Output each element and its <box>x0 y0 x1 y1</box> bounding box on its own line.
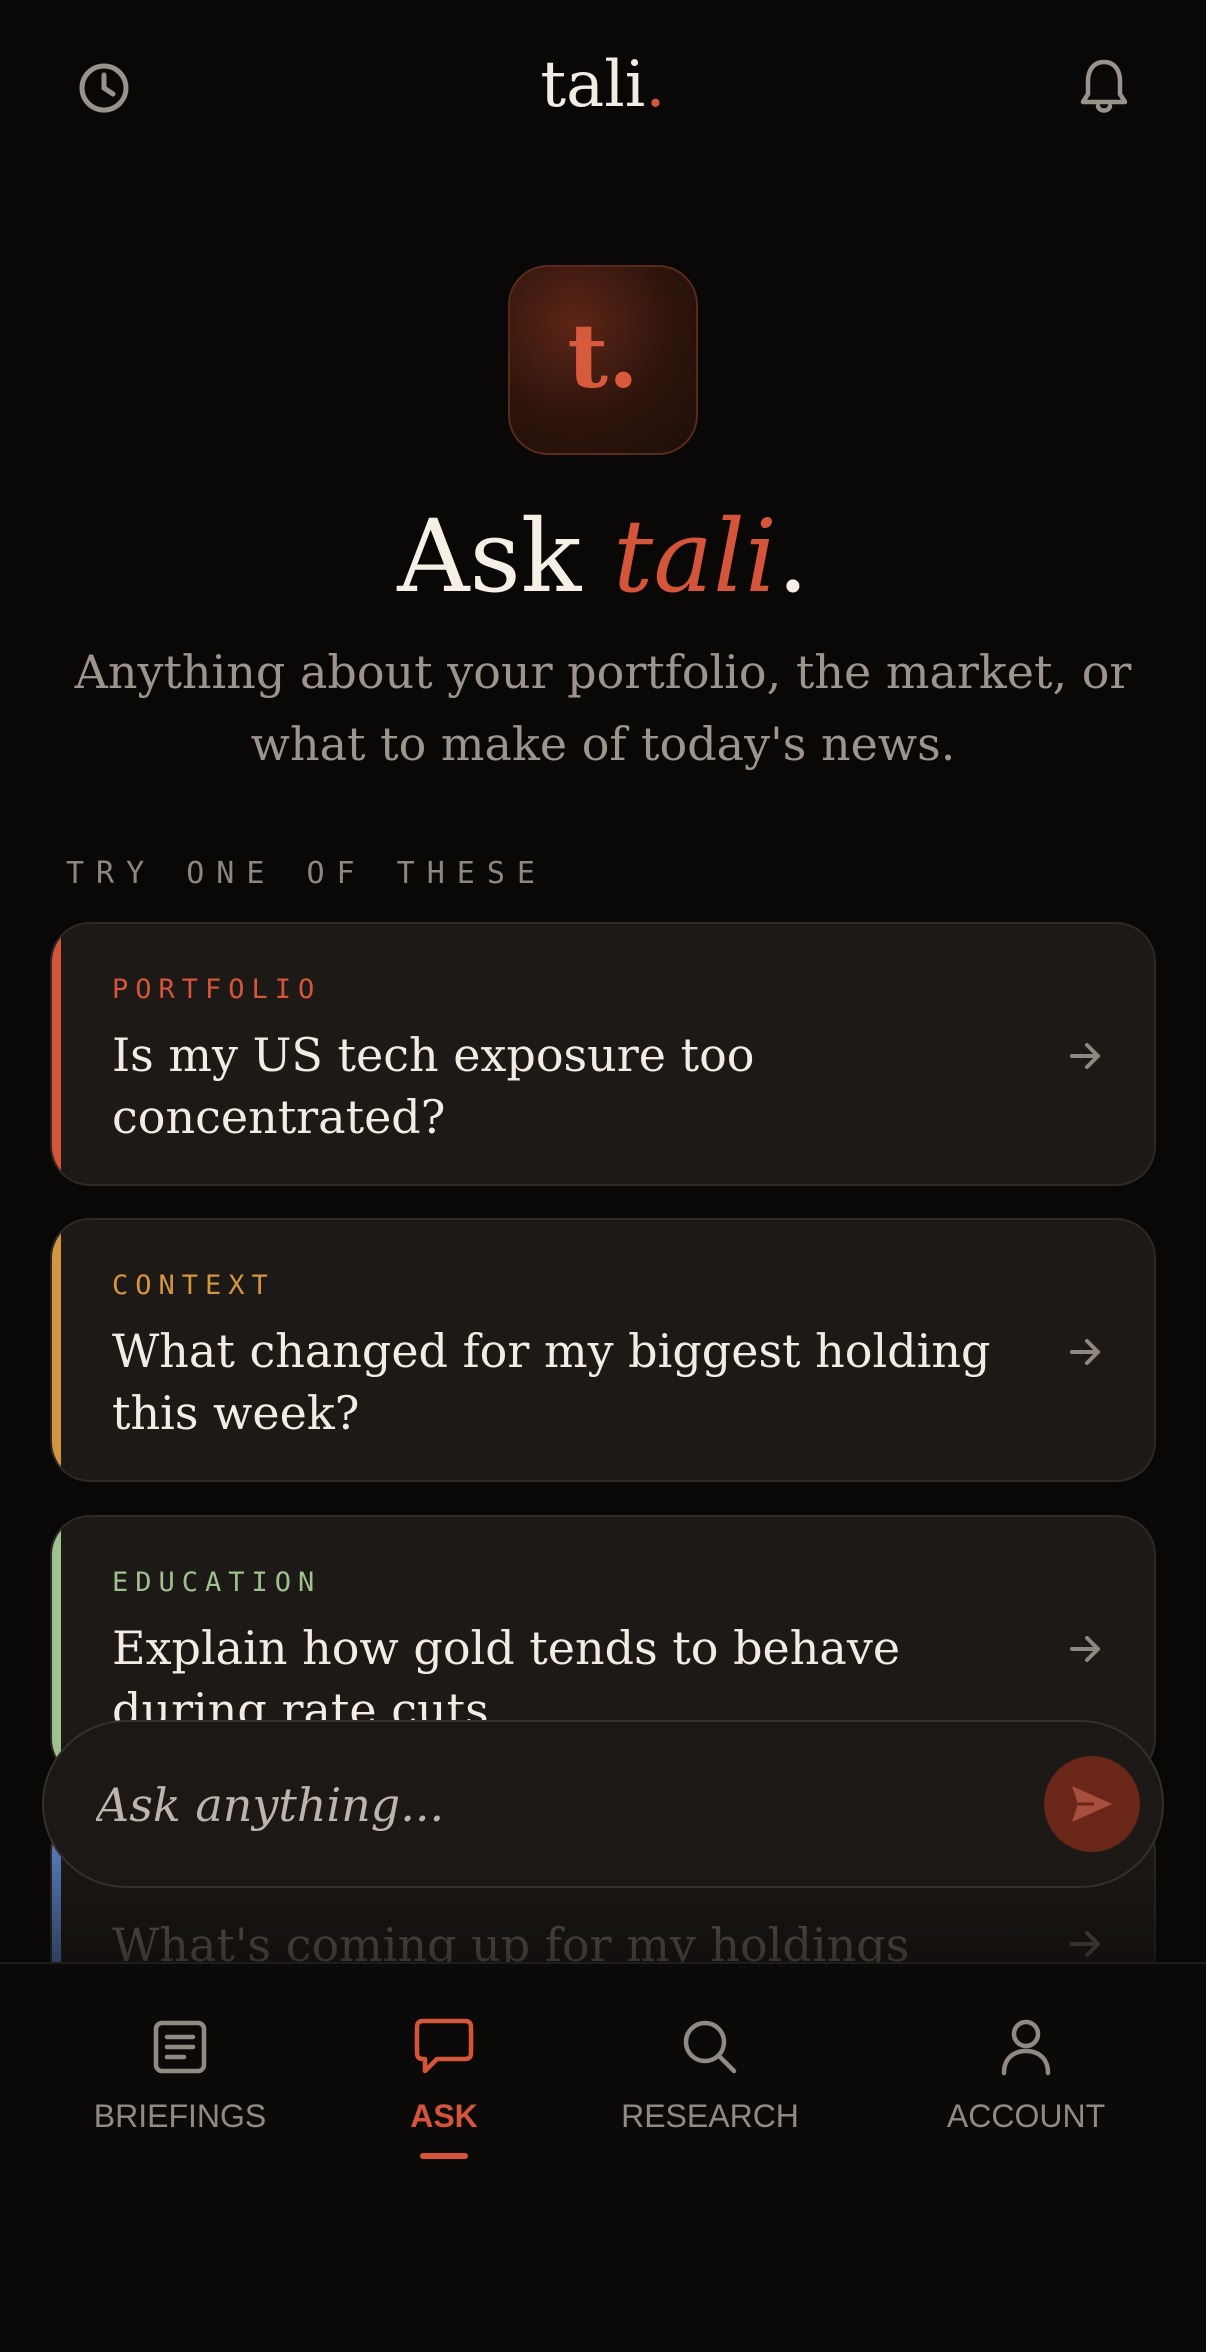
card-accent-stripe <box>52 924 61 1184</box>
title-accent: tali <box>613 498 777 615</box>
bell-icon <box>1080 59 1128 113</box>
active-tab-indicator <box>420 2153 468 2159</box>
title-suffix: . <box>776 498 809 615</box>
bottom-nav: BRIEFINGS ASK RESEARCH ACCOUNT <box>0 1962 1206 2352</box>
arrow-right-icon <box>1070 1043 1100 1069</box>
ask-input[interactable] <box>94 1752 998 1858</box>
send-button[interactable] <box>1044 1756 1140 1852</box>
nav-research[interactable]: RESEARCH <box>580 2014 840 2135</box>
nav-ask[interactable]: ASK <box>314 2014 574 2159</box>
suggestion-card-context[interactable]: CONTEXT What changed for my biggest hold… <box>50 1218 1156 1482</box>
user-icon <box>1001 2019 1051 2076</box>
brand-logo: tali. <box>0 48 1206 122</box>
card-tag: PORTFOLIO <box>112 974 322 1005</box>
chat-bubble-icon <box>414 2018 474 2074</box>
app-logo-tile: t. <box>508 265 698 455</box>
nav-account[interactable]: ACCOUNT <box>896 2014 1156 2135</box>
suggestion-card-portfolio[interactable]: PORTFOLIO Is my US tech exposure too con… <box>50 922 1156 1186</box>
nav-briefings[interactable]: BRIEFINGS <box>50 2014 310 2135</box>
nav-label: ACCOUNT <box>946 2098 1106 2134</box>
card-accent-stripe <box>52 1517 61 1777</box>
page-subtitle: Anything about your portfolio, the marke… <box>74 645 1132 771</box>
arrow-right-icon <box>1070 1339 1100 1365</box>
arrow-right-icon <box>1070 1931 1100 1957</box>
notifications-button[interactable] <box>1074 56 1134 116</box>
search-icon <box>683 2020 737 2074</box>
arrow-right-icon <box>1070 1636 1100 1662</box>
nav-label: ASK <box>410 2098 478 2134</box>
logo-letter: t. <box>567 304 639 408</box>
title-prefix: Ask <box>397 498 614 615</box>
card-question: Is my US tech exposure too concentrated? <box>112 1028 755 1144</box>
ask-input-bar <box>42 1720 1164 1888</box>
nav-label: RESEARCH <box>621 2098 799 2134</box>
send-icon <box>1072 1786 1112 1822</box>
newspaper-icon <box>153 2020 207 2074</box>
nav-label: BRIEFINGS <box>93 2098 267 2134</box>
brand-name: tali <box>540 48 646 122</box>
card-tag: EDUCATION <box>112 1567 322 1598</box>
page-title: Ask tali. <box>0 498 1206 615</box>
suggestions-label: TRY ONE OF THESE <box>66 856 547 891</box>
card-accent-stripe <box>52 1220 61 1480</box>
card-question: What changed for my biggest holding this… <box>112 1324 991 1440</box>
card-tag: CONTEXT <box>112 1270 275 1301</box>
brand-dot: . <box>645 48 666 122</box>
